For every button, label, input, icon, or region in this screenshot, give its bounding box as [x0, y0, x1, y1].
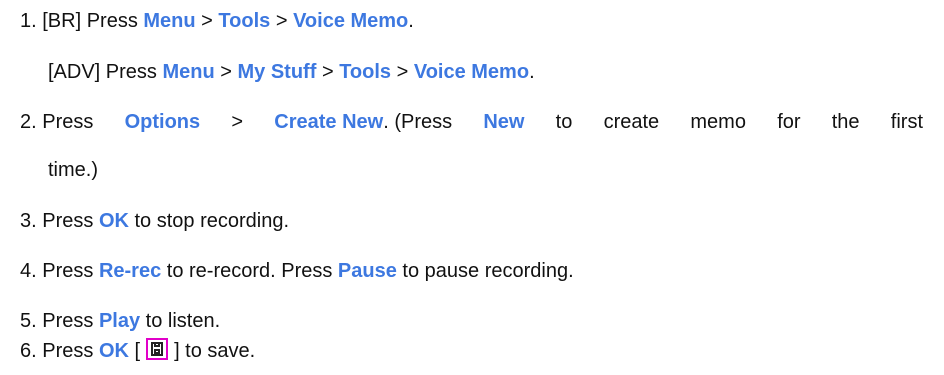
keyword-ok: OK — [98, 340, 129, 362]
separator: > — [391, 61, 414, 83]
step-2-create-new: Create New. (Press — [274, 109, 452, 135]
keyword-pause: Pause — [337, 260, 397, 282]
step-text: to listen. — [140, 310, 221, 332]
step-text: for — [777, 111, 801, 133]
step-text: memo — [690, 111, 746, 133]
step-5: 5. Press Play to listen. — [20, 308, 220, 334]
voice-memo-instructions: 1. [BR] Press Menu > Tools > Voice Memo.… — [0, 0, 944, 375]
step-text: [ — [128, 340, 141, 362]
step-text: . — [408, 10, 414, 32]
step-2-continued: time.) — [48, 157, 98, 183]
keyword-my-stuff: My Stuff — [237, 61, 317, 83]
step-number: 3. — [20, 210, 43, 232]
step-text: . (Press — [383, 111, 453, 133]
keyword-tools: Tools — [339, 61, 392, 83]
step-4: 4. Press Re-rec to re-record. Press Paus… — [20, 258, 574, 284]
separator: > — [195, 10, 219, 32]
step-text: first — [890, 111, 923, 133]
step-text: to stop recording. — [128, 210, 290, 232]
keyword-menu: Menu — [143, 10, 196, 32]
keyword-play: Play — [98, 310, 141, 332]
step-number: 1. — [20, 10, 43, 32]
step-number: 4. — [20, 260, 43, 282]
keyword-tools: Tools — [218, 10, 271, 32]
step-number: 6. — [20, 340, 43, 362]
step-number: 2. — [20, 111, 43, 133]
step-text: . — [529, 61, 535, 83]
keyword-menu: Menu — [162, 61, 215, 83]
step-text: create — [603, 111, 660, 133]
step-text: to — [555, 111, 573, 133]
step-1-adv: [ADV] Press Menu > My Stuff > Tools > Vo… — [48, 59, 535, 85]
step-text: [ADV] Press — [48, 61, 163, 83]
keyword-re-rec: Re-rec — [98, 260, 162, 282]
separator: > — [316, 61, 340, 83]
step-3: 3. Press OK to stop recording. — [20, 208, 289, 234]
separator: > — [270, 10, 294, 32]
step-text: ] to save. — [174, 340, 256, 362]
step-text: Press — [42, 111, 94, 133]
step-text: Press — [42, 340, 99, 362]
step-text: Press — [42, 210, 99, 232]
keyword-voice-memo: Voice Memo — [413, 61, 530, 83]
keyword-voice-memo: Voice Memo — [293, 10, 409, 32]
keyword-ok: OK — [98, 210, 129, 232]
step-text: Press — [42, 260, 99, 282]
step-2-lead: 2. Press — [20, 109, 93, 135]
step-text: Press — [42, 310, 99, 332]
separator: > — [231, 111, 244, 133]
keyword-options: Options — [124, 111, 201, 133]
step-text: time.) — [48, 159, 98, 181]
step-2: 2. Press Options > Create New. (Press Ne… — [20, 109, 923, 135]
step-text: the — [831, 111, 860, 133]
step-6: 6. Press OK [ ] to save. — [20, 338, 255, 364]
step-text: to re-record. Press — [161, 260, 338, 282]
step-number: 5. — [20, 310, 43, 332]
separator: > — [214, 61, 238, 83]
keyword-new: New — [483, 111, 525, 133]
keyword-create-new: Create New — [274, 111, 384, 133]
step-text: [BR] Press — [42, 10, 144, 32]
floppy-disk-icon — [146, 338, 169, 360]
step-text: to pause recording. — [396, 260, 574, 282]
step-1: 1. [BR] Press Menu > Tools > Voice Memo. — [20, 8, 414, 34]
